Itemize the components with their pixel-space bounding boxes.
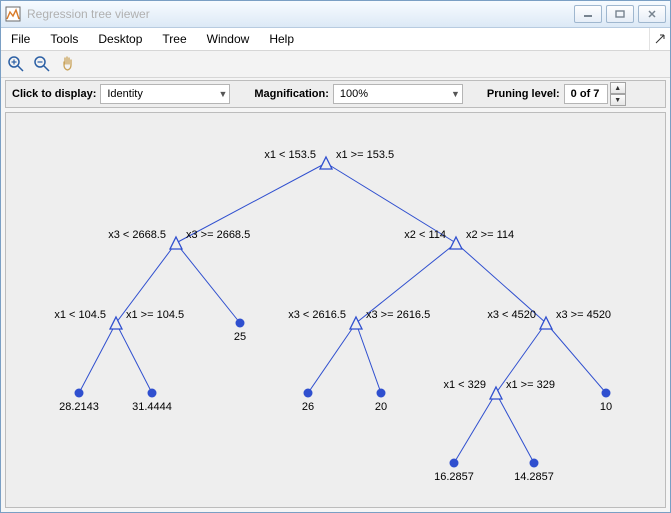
leaf-node[interactable] [148, 389, 157, 398]
leaf-value: 31.4444 [132, 401, 172, 413]
menu-tools[interactable]: Tools [40, 28, 88, 50]
pan-button[interactable] [57, 53, 79, 75]
split-condition-left: x3 < 2616.5 [288, 309, 346, 321]
window-controls [574, 5, 666, 23]
split-condition-left: x2 < 114 [404, 229, 446, 241]
menu-window[interactable]: Window [197, 28, 260, 50]
pruning-up-button[interactable]: ▲ [610, 82, 626, 94]
split-condition-right: x1 >= 329 [506, 379, 555, 391]
control-bar: Click to display: Identity ▼ Magnificati… [5, 80, 666, 108]
split-condition-left: x1 < 329 [443, 379, 486, 391]
pruning-level-value: 0 of 7 [564, 84, 608, 104]
leaf-value: 20 [375, 401, 387, 413]
menu-dock-icon[interactable] [649, 28, 670, 50]
split-node[interactable] [170, 237, 182, 249]
menu-tree[interactable]: Tree [152, 28, 196, 50]
window-title: Regression tree viewer [27, 7, 574, 21]
app-icon [5, 6, 21, 22]
leaf-value: 16.2857 [434, 471, 474, 483]
split-condition-right: x1 >= 153.5 [336, 149, 394, 161]
leaf-value: 25 [234, 331, 246, 343]
split-condition-left: x3 < 4520 [487, 309, 536, 321]
split-condition-right: x3 >= 2616.5 [366, 309, 430, 321]
zoom-out-button[interactable] [31, 53, 53, 75]
menu-file[interactable]: File [1, 28, 40, 50]
tree-canvas[interactable]: x1 < 153.5 x1 >= 153.5 x3 < 2668.5 x3 >= 26… [5, 112, 666, 508]
menu-help[interactable]: Help [259, 28, 304, 50]
split-condition-right: x3 >= 2668.5 [186, 229, 250, 241]
split-condition-left: x1 < 104.5 [54, 309, 106, 321]
pruning-level-label: Pruning level: [481, 88, 564, 100]
leaf-node[interactable] [304, 389, 313, 398]
split-condition-right: x1 >= 104.5 [126, 309, 184, 321]
leaf-node[interactable] [450, 459, 459, 468]
leaf-value: 14.2857 [514, 471, 554, 483]
menu-desktop[interactable]: Desktop [88, 28, 152, 50]
split-node[interactable] [350, 317, 362, 329]
chevron-down-icon: ▼ [451, 89, 460, 99]
split-node[interactable] [110, 317, 122, 329]
titlebar: Regression tree viewer [1, 1, 670, 28]
minimize-button[interactable] [574, 5, 602, 23]
magnification-label: Magnification: [248, 88, 333, 100]
zoom-in-button[interactable] [5, 53, 27, 75]
leaf-value: 10 [600, 401, 612, 413]
menubar: File Tools Desktop Tree Window Help [1, 28, 670, 51]
leaf-node[interactable] [602, 389, 611, 398]
magnification-value: 100% [340, 88, 368, 100]
leaf-node[interactable] [377, 389, 386, 398]
split-node[interactable] [490, 387, 502, 399]
close-button[interactable] [638, 5, 666, 23]
split-condition-left: x1 < 153.5 [264, 149, 316, 161]
split-condition-right: x2 >= 114 [466, 229, 514, 241]
leaf-node[interactable] [236, 319, 245, 328]
magnification-select[interactable]: 100% ▼ [333, 84, 463, 104]
leaf-value: 26 [302, 401, 314, 413]
maximize-button[interactable] [606, 5, 634, 23]
chevron-down-icon: ▼ [218, 89, 227, 99]
click-to-display-select[interactable]: Identity ▼ [100, 84, 230, 104]
click-to-display-value: Identity [107, 88, 142, 100]
split-condition-left: x3 < 2668.5 [108, 229, 166, 241]
pruning-down-button[interactable]: ▼ [610, 94, 626, 106]
leaf-node[interactable] [75, 389, 84, 398]
pruning-spinner: ▲ ▼ [610, 82, 626, 106]
split-node[interactable] [450, 237, 462, 249]
app-window: Regression tree viewer File Tools Deskto… [0, 0, 671, 513]
click-to-display-label: Click to display: [6, 88, 100, 100]
leaf-value: 28.2143 [59, 401, 99, 413]
toolbar [1, 51, 670, 78]
leaf-node[interactable] [530, 459, 539, 468]
split-node[interactable] [320, 157, 332, 169]
split-condition-right: x3 >= 4520 [556, 309, 611, 321]
